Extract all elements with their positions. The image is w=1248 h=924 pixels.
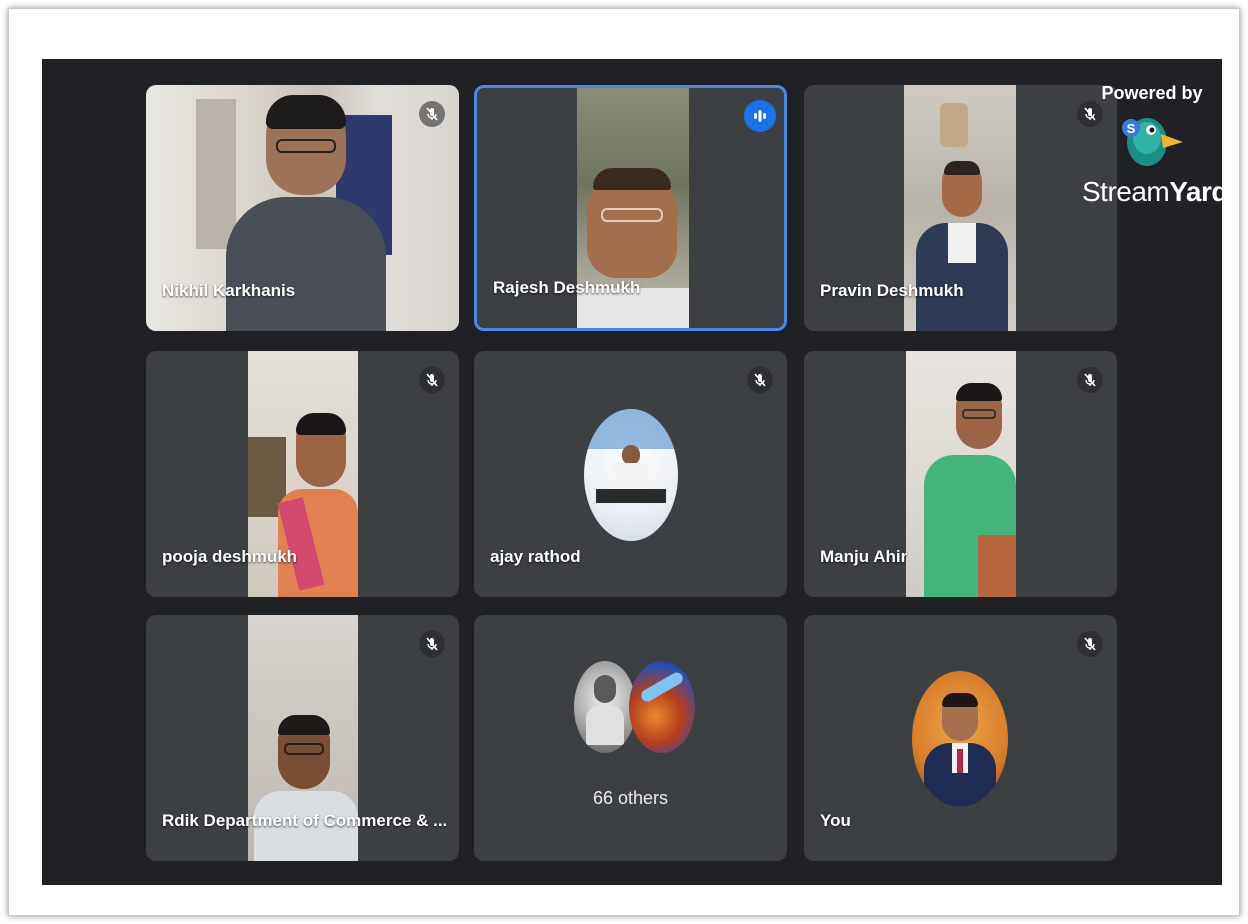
wall-frame [940, 103, 968, 147]
participant-tile-manju-ahir[interactable]: Manju Ahir [804, 351, 1117, 597]
participant-name: pooja deshmukh [162, 547, 298, 566]
person-body [226, 197, 386, 331]
person-head [587, 168, 677, 278]
participant-name: Manju Ahir [820, 547, 908, 566]
powered-by-label: Powered by [1101, 83, 1203, 103]
meeting-grid: Nikhil Karkhanis Rajesh Deshmukh Pravin … [42, 59, 1222, 885]
others-count-label: 66 others [592, 788, 669, 808]
participant-tile-others[interactable]: 66 others [474, 615, 787, 861]
avatar [912, 671, 1008, 807]
wordmark-stream: Stream [1082, 176, 1170, 207]
participant-name: Rajesh Deshmukh [493, 278, 641, 297]
speaking-indicator-icon [744, 100, 776, 132]
participant-name: You [820, 811, 851, 830]
wordmark-yard: Yard [1169, 176, 1222, 207]
participant-tile-pooja-deshmukh[interactable]: pooja deshmukh [146, 351, 459, 597]
streamyard-branding: Powered by S StreamYard [1082, 83, 1222, 208]
streamyard-duck-logo-icon: S [1117, 108, 1187, 174]
person-body [916, 223, 1008, 331]
bookshelf [196, 99, 236, 249]
participant-tile-pravin-deshmukh[interactable]: Pravin Deshmukh [804, 85, 1117, 331]
participant-name: Pravin Deshmukh [820, 281, 964, 300]
mic-off-icon [419, 631, 445, 657]
person-head [956, 383, 1002, 449]
mic-off-icon [747, 367, 773, 393]
participant-name: Nikhil Karkhanis [162, 281, 296, 300]
participant-tile-ajay-rathod[interactable]: ajay rathod [474, 351, 787, 597]
participant-tile-rajesh-deshmukh[interactable]: Rajesh Deshmukh [474, 85, 787, 331]
participant-name: Rdik Department of Commerce & ... [162, 811, 448, 830]
avatar [629, 661, 695, 753]
screenshot-frame: Nikhil Karkhanis Rajesh Deshmukh Pravin … [8, 8, 1240, 916]
person-body [924, 455, 1016, 597]
mic-off-icon [419, 101, 445, 127]
participant-tile-nikhil-karkhanis[interactable]: Nikhil Karkhanis [146, 85, 459, 331]
mic-off-icon [1077, 367, 1103, 393]
person-head [278, 715, 330, 789]
participant-tile-you[interactable]: You [804, 615, 1117, 861]
participant-tile-rdik-department[interactable]: Rdik Department of Commerce & ... [146, 615, 459, 861]
svg-text:S: S [1127, 121, 1136, 136]
mic-off-icon [1077, 631, 1103, 657]
person-head [266, 95, 346, 195]
person-head [942, 161, 982, 217]
mic-off-icon [1077, 101, 1103, 127]
participant-name: ajay rathod [490, 547, 581, 566]
participant-video [906, 351, 1016, 597]
streamyard-wordmark: StreamYard [1082, 176, 1222, 208]
mic-off-icon [419, 367, 445, 393]
avatar [574, 661, 636, 753]
person-body [277, 489, 358, 597]
person-head [296, 413, 346, 487]
avatar [584, 409, 678, 541]
